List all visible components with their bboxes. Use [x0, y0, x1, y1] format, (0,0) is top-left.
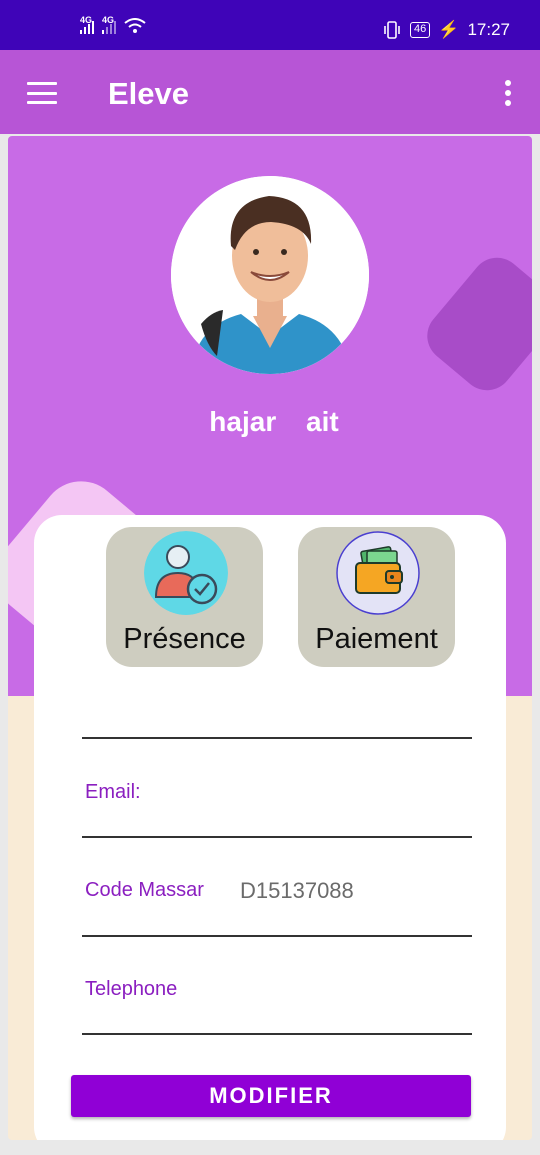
field-divider [82, 836, 472, 838]
code-massar-label: Code Massar [85, 879, 204, 901]
profile-card: hajar ait Présence Paiement Email: Code … [8, 136, 532, 1140]
app-bar: Eleve [0, 50, 540, 134]
code-massar-value: D15137088 [240, 878, 354, 903]
signal-indicators: 4G 4G [80, 15, 146, 34]
payment-label: Paiement [315, 623, 438, 655]
network-type: 4G [102, 15, 115, 25]
status-bar: 4G 4G 46 ⚡ 17:27 [0, 0, 540, 50]
hamburger-icon[interactable] [27, 82, 57, 104]
student-name: hajar ait [209, 406, 339, 437]
avatar[interactable] [171, 176, 369, 374]
telephone-label: Telephone [85, 978, 178, 1000]
signal-icon: 4G [102, 15, 116, 34]
wifi-icon [124, 18, 146, 33]
field-divider [82, 935, 472, 937]
charging-icon: ⚡ [438, 20, 460, 39]
presence-button[interactable]: Présence [106, 527, 263, 667]
decorative-shape [416, 247, 532, 401]
email-label: Email: [85, 781, 141, 803]
signal-icon: 4G [80, 15, 94, 34]
page-title: Eleve [108, 76, 190, 111]
clock: 17:27 [467, 20, 510, 39]
presence-label: Présence [123, 623, 246, 655]
modify-button[interactable]: MODIFIER [71, 1075, 471, 1117]
payment-button[interactable]: Paiement [298, 527, 455, 667]
battery-icon: 46 [410, 22, 431, 38]
field-divider [82, 1033, 472, 1035]
network-type: 4G [80, 15, 93, 25]
attendance-check-icon [144, 531, 228, 615]
status-right: 46 ⚡ 17:27 [382, 20, 510, 40]
student-photo [171, 176, 369, 374]
vibrate-icon [384, 21, 400, 39]
student-info-card: Présence Paiement Email: Code Massar D15… [34, 515, 506, 1140]
wallet-icon [336, 531, 420, 615]
more-vert-icon[interactable] [504, 80, 512, 106]
field-divider [82, 737, 472, 739]
